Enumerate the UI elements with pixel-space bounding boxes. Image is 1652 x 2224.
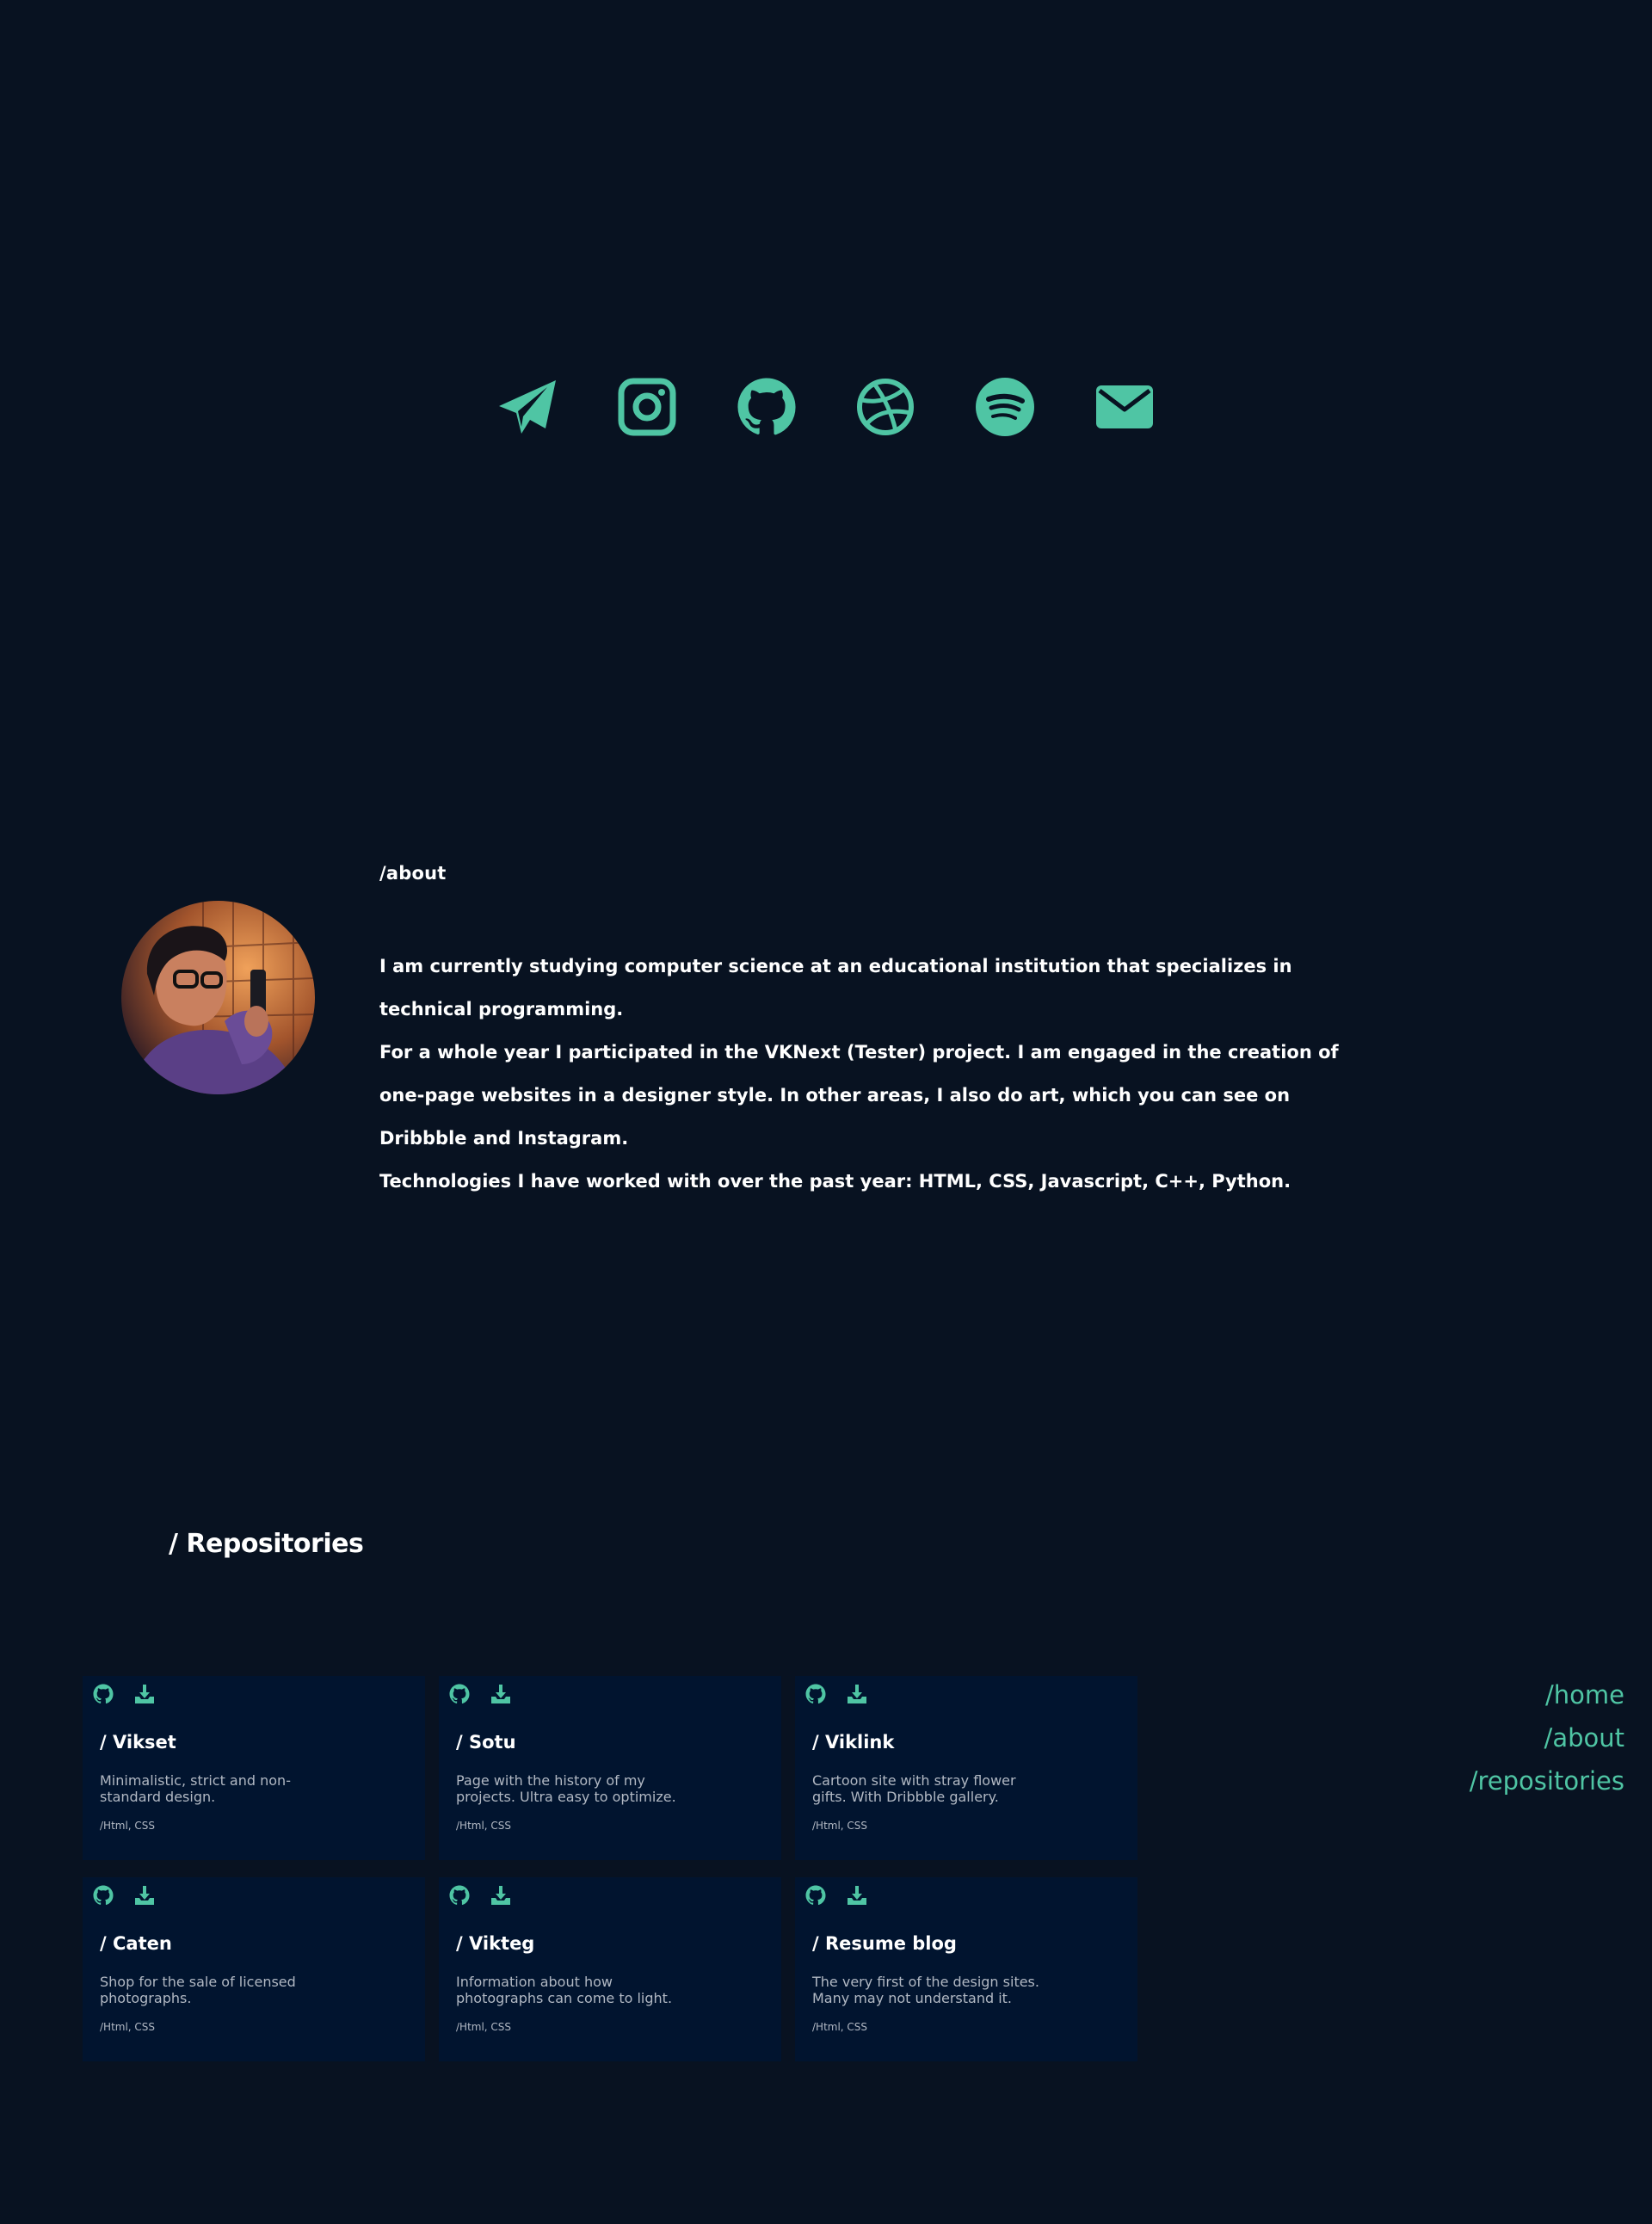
repo-description: Cartoon site with stray flower gifts. Wi… (812, 1772, 1016, 1805)
repo-name: / Resume blog (812, 1933, 957, 1954)
nav-about-link[interactable]: /about (1544, 1716, 1624, 1759)
nav-home-link[interactable]: /home (1545, 1673, 1624, 1716)
repo-card: / Resume blog The very first of the desi… (795, 1877, 1137, 2061)
about-paragraph: For a whole year I participated in the V… (379, 1042, 1339, 1149)
repo-download-link[interactable] (847, 1885, 867, 1906)
repo-name: / Caten (100, 1933, 172, 1954)
instagram-icon (618, 378, 676, 436)
download-icon (491, 1685, 510, 1703)
repo-description: The very first of the design sites. Many… (812, 1974, 1039, 2006)
repo-description: Minimalistic, strict and non-standard de… (100, 1772, 291, 1805)
download-icon (135, 1685, 154, 1703)
dribbble-icon (857, 379, 915, 435)
nav-repositories-link[interactable]: /repositories (1470, 1759, 1624, 1802)
repo-card: / Sotu Page with the history of my proje… (439, 1676, 781, 1860)
mail-icon (1095, 385, 1153, 428)
repo-description: Page with the history of my projects. Ul… (456, 1772, 676, 1805)
download-icon (848, 1886, 866, 1905)
repo-github-link[interactable] (805, 1684, 826, 1704)
telegram-icon (499, 380, 556, 434)
mail-link[interactable] (1094, 377, 1155, 437)
about-text: I am currently studying computer science… (379, 945, 1369, 1203)
github-link[interactable] (737, 377, 797, 437)
repo-description: Shop for the sale of licensed photograph… (100, 1974, 296, 2006)
repo-github-link[interactable] (93, 1885, 114, 1906)
repo-name: / Vikset (100, 1732, 176, 1753)
download-icon (491, 1886, 510, 1905)
avatar (121, 901, 315, 1094)
github-icon (805, 1684, 826, 1704)
social-links (497, 377, 1155, 437)
repo-card: / Vikset Minimalistic, strict and non-st… (83, 1676, 425, 1860)
repo-tech: /Html, CSS (100, 2021, 156, 2033)
repo-tech: /Html, CSS (456, 1820, 512, 1832)
repositories-grid: / Vikset Minimalistic, strict and non-st… (83, 1676, 1137, 2061)
repo-download-link[interactable] (490, 1684, 511, 1704)
repo-name: / Sotu (456, 1732, 516, 1753)
github-icon (449, 1684, 470, 1704)
about-paragraph: Technologies I have worked with over the… (379, 1171, 1291, 1192)
repositories-title: / Repositories (169, 1529, 364, 1559)
github-icon (93, 1684, 114, 1704)
github-icon (449, 1885, 470, 1906)
download-icon (848, 1685, 866, 1703)
repo-github-link[interactable] (805, 1885, 826, 1906)
repo-tech: /Html, CSS (100, 1820, 156, 1832)
repo-download-link[interactable] (134, 1684, 155, 1704)
repo-card: / Caten Shop for the sale of licensed ph… (83, 1877, 425, 2061)
github-icon (93, 1885, 114, 1906)
repo-download-link[interactable] (134, 1885, 155, 1906)
dribbble-link[interactable] (855, 377, 915, 437)
side-nav: /home /about /repositories (1470, 1673, 1624, 1802)
repo-tech: /Html, CSS (456, 2021, 512, 2033)
about-title: /about (379, 863, 447, 884)
repo-tech: /Html, CSS (812, 2021, 868, 2033)
repo-github-link[interactable] (449, 1684, 470, 1704)
repo-download-link[interactable] (847, 1684, 867, 1704)
repo-github-link[interactable] (93, 1684, 114, 1704)
spotify-icon (976, 378, 1035, 436)
about-paragraph: I am currently studying computer science… (379, 956, 1292, 1020)
repo-description: Information about how photographs can co… (456, 1974, 673, 2006)
spotify-link[interactable] (975, 377, 1035, 437)
download-icon (135, 1886, 154, 1905)
repo-tech: /Html, CSS (812, 1820, 868, 1832)
repo-download-link[interactable] (490, 1885, 511, 1906)
repo-name: / Viklink (812, 1732, 895, 1753)
repo-name: / Vikteg (456, 1933, 535, 1954)
repo-github-link[interactable] (449, 1885, 470, 1906)
github-icon (737, 378, 796, 435)
github-icon (805, 1885, 826, 1906)
repo-card: / Viklink Cartoon site with stray flower… (795, 1676, 1137, 1860)
repo-card: / Vikteg Information about how photograp… (439, 1877, 781, 2061)
instagram-link[interactable] (617, 377, 677, 437)
telegram-link[interactable] (497, 377, 558, 437)
